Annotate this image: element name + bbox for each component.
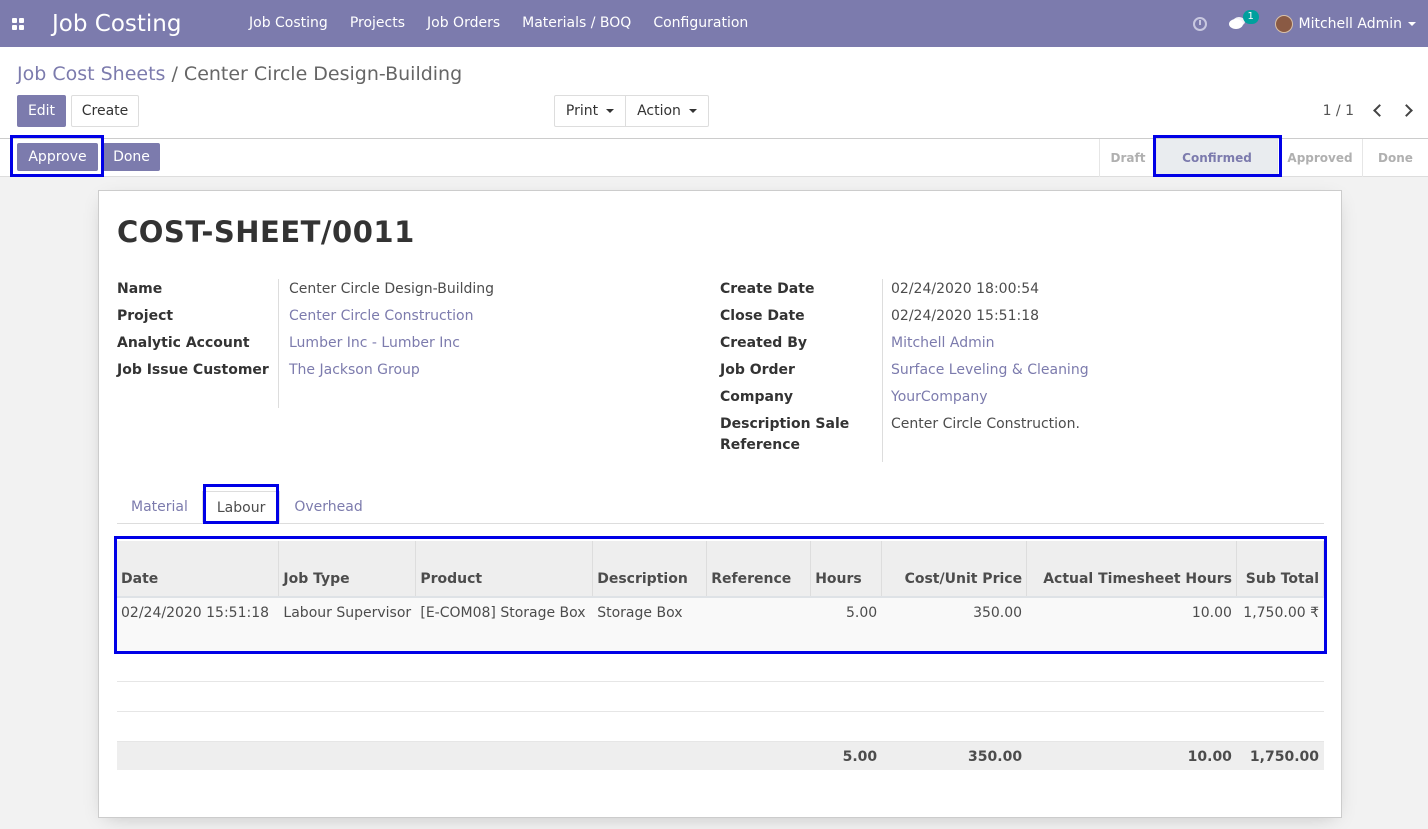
cell-hours: 5.00 bbox=[845, 605, 878, 621]
action-button[interactable]: Action bbox=[626, 95, 709, 127]
job-order-label: Job Order bbox=[720, 360, 883, 387]
messaging-icon[interactable]: 1 bbox=[1228, 9, 1259, 31]
total-cost-unit-price: 350.00 bbox=[968, 748, 1023, 765]
menu-item-projects[interactable]: Projects bbox=[339, 0, 416, 47]
cell-job-type: Labour Supervisor bbox=[283, 605, 412, 621]
stage-approved[interactable]: Approved bbox=[1277, 139, 1362, 177]
edit-button[interactable]: Edit bbox=[17, 95, 66, 127]
cell-product: [E-COM08] Storage Box bbox=[420, 605, 586, 621]
breadcrumb: Job Cost Sheets / Center Circle Design-B… bbox=[17, 63, 462, 85]
column-header-date[interactable]: Date bbox=[117, 541, 280, 598]
created-by-label: Created By bbox=[720, 333, 883, 360]
menu-item-configuration[interactable]: Configuration bbox=[642, 0, 759, 47]
user-name[interactable]: Mitchell Admin bbox=[1299, 16, 1403, 32]
name-label: Name bbox=[117, 279, 279, 306]
description-sale-reference-value: Center Circle Construction. bbox=[891, 416, 1080, 432]
done-button[interactable]: Done bbox=[103, 143, 160, 171]
description-sale-reference-label: Description Sale Reference bbox=[720, 414, 883, 462]
stage-draft[interactable]: Draft bbox=[1099, 139, 1156, 177]
apps-menu-icon[interactable] bbox=[0, 0, 36, 47]
approve-button[interactable]: Approve bbox=[17, 143, 98, 171]
statusbar: Approve Done Draft Confirmed Approved Do… bbox=[0, 135, 1428, 177]
pager-previous-icon[interactable] bbox=[1372, 103, 1382, 117]
column-header-cost-unit-price[interactable]: Cost/Unit Price bbox=[881, 541, 1028, 598]
action-label: Action bbox=[637, 103, 681, 119]
main-menu: Job Costing Projects Job Orders Material… bbox=[238, 0, 759, 47]
column-header-product[interactable]: Product bbox=[415, 541, 594, 598]
column-header-description[interactable]: Description bbox=[592, 541, 708, 598]
activity-clock-icon[interactable] bbox=[1192, 16, 1207, 31]
total-sub-total: 1,750.00 bbox=[1249, 748, 1319, 765]
user-menu-chevron-down-icon[interactable] bbox=[1408, 21, 1416, 26]
table-row[interactable]: 02/24/2020 15:51:18 Labour Supervisor [E… bbox=[117, 597, 1324, 653]
created-by-link[interactable]: Mitchell Admin bbox=[883, 333, 995, 360]
breadcrumb-current: Center Circle Design-Building bbox=[183, 63, 463, 85]
message-count-badge: 1 bbox=[1242, 9, 1259, 24]
analytic-account-link[interactable]: Lumber Inc - Lumber Inc bbox=[279, 333, 460, 360]
company-label: Company bbox=[720, 387, 883, 414]
column-header-reference[interactable]: Reference bbox=[706, 541, 812, 598]
pager-next-icon[interactable] bbox=[1402, 103, 1412, 117]
cell-actual-timesheet-hours: 10.00 bbox=[1191, 605, 1232, 621]
stage-confirmed[interactable]: Confirmed bbox=[1156, 139, 1277, 177]
left-field-group: Name Center Circle Design-Building Proje… bbox=[117, 279, 494, 408]
menu-item-materials-boq[interactable]: Materials / BOQ bbox=[511, 0, 642, 47]
name-value: Center Circle Design-Building bbox=[289, 281, 495, 297]
column-header-hours[interactable]: Hours bbox=[810, 541, 883, 598]
print-action-group: Print Action bbox=[554, 95, 709, 127]
close-date-value: 02/24/2020 15:51:18 bbox=[891, 308, 1040, 324]
table-header-row: Date Job Type Product Description Refere… bbox=[117, 541, 1325, 598]
labour-lines-table: Date Job Type Product Description Refere… bbox=[117, 541, 1325, 770]
column-header-job-type[interactable]: Job Type bbox=[278, 541, 417, 598]
total-hours: 5.00 bbox=[842, 748, 878, 765]
column-header-actual-timesheet-hours[interactable]: Actual Timesheet Hours bbox=[1026, 541, 1237, 598]
tab-material[interactable]: Material bbox=[117, 491, 202, 523]
user-avatar[interactable] bbox=[1274, 14, 1293, 33]
column-header-sub-total[interactable]: Sub Total bbox=[1236, 541, 1325, 598]
menu-item-job-orders[interactable]: Job Orders bbox=[416, 0, 511, 47]
totals-row: 5.00 350.00 10.00 1,750.00 bbox=[117, 741, 1324, 770]
print-label: Print bbox=[565, 103, 599, 119]
cell-date: 02/24/2020 15:51:18 bbox=[121, 605, 270, 621]
create-date-value: 02/24/2020 18:00:54 bbox=[891, 281, 1040, 297]
job-order-link[interactable]: Surface Leveling & Cleaning bbox=[883, 360, 1089, 387]
analytic-account-label: Analytic Account bbox=[117, 333, 279, 360]
empty-row bbox=[117, 681, 1324, 712]
right-field-group: Create Date 02/24/2020 18:00:54 Close Da… bbox=[720, 279, 1089, 462]
close-date-label: Close Date bbox=[720, 306, 883, 333]
project-label: Project bbox=[117, 306, 279, 333]
pager-value[interactable]: 1 / 1 bbox=[1323, 103, 1354, 119]
notebook-tabs: Material Labour Overhead bbox=[117, 491, 1324, 524]
company-link[interactable]: YourCompany bbox=[883, 387, 988, 414]
menu-item-job-costing[interactable]: Job Costing bbox=[238, 0, 339, 47]
breadcrumb-parent-link[interactable]: Job Cost Sheets bbox=[17, 63, 165, 85]
cell-sub-total: 1,750.00 ₹ bbox=[1243, 605, 1319, 621]
total-actual-timesheet-hours: 10.00 bbox=[1187, 748, 1232, 765]
breadcrumb-separator: / bbox=[165, 63, 184, 85]
form-sheet: COST-SHEET/0011 Name Center Circle Desig… bbox=[98, 190, 1342, 818]
job-issue-customer-label: Job Issue Customer bbox=[117, 360, 279, 408]
cell-reference bbox=[707, 597, 811, 653]
empty-row bbox=[117, 711, 1324, 742]
print-button[interactable]: Print bbox=[554, 95, 626, 127]
tab-overhead[interactable]: Overhead bbox=[280, 491, 376, 523]
sheet-title: COST-SHEET/0011 bbox=[117, 215, 415, 249]
create-date-label: Create Date bbox=[720, 279, 883, 306]
empty-row bbox=[117, 653, 1324, 682]
navbar-right: 1 Mitchell Admin bbox=[1192, 0, 1428, 47]
stage-done[interactable]: Done bbox=[1362, 139, 1428, 177]
print-chevron-down-icon bbox=[606, 109, 615, 113]
status-stages: Draft Confirmed Approved Done bbox=[1099, 139, 1428, 177]
control-panel: Job Cost Sheets / Center Circle Design-B… bbox=[0, 47, 1428, 139]
create-button[interactable]: Create bbox=[71, 95, 139, 127]
job-issue-customer-link[interactable]: The Jackson Group bbox=[279, 360, 420, 408]
cell-cost-unit-price: 350.00 bbox=[973, 605, 1023, 621]
tab-labour[interactable]: Labour bbox=[201, 491, 281, 523]
cell-description: Storage Box bbox=[597, 605, 683, 621]
action-chevron-down-icon bbox=[688, 109, 697, 113]
top-navbar: Job Costing Job Costing Projects Job Ord… bbox=[0, 0, 1428, 47]
app-brand[interactable]: Job Costing bbox=[52, 11, 237, 37]
project-link[interactable]: Center Circle Construction bbox=[279, 306, 473, 333]
